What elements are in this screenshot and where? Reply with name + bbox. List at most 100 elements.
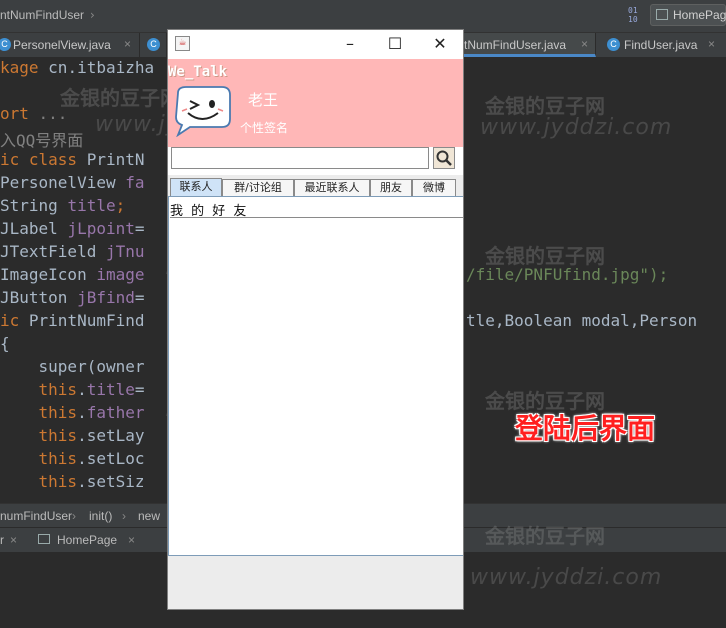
breadcrumb-chevron-icon: › [122, 509, 126, 523]
code-line: JTextField jTnu [0, 242, 145, 261]
code-line: this.setSiz [0, 472, 145, 491]
minimize-button[interactable]: – [328, 33, 372, 55]
class-icon: C [0, 38, 11, 51]
code-token: PrintN [86, 150, 145, 169]
tool-tab[interactable]: r [0, 533, 4, 547]
code-token: = [134, 219, 145, 238]
run-config-selector[interactable]: HomePage [650, 4, 726, 26]
avatar[interactable] [172, 85, 232, 137]
code-token: super(owner [0, 357, 145, 376]
code-token: ImageIcon [0, 265, 97, 284]
breadcrumb-item[interactable]: new [138, 509, 160, 523]
tab-weibo[interactable]: 微博 [412, 179, 456, 196]
code-token: kage [0, 58, 49, 77]
tab-personelview[interactable]: C PersonelView.java × [0, 33, 140, 57]
code-token: jBfind [77, 288, 135, 307]
code-token: father [86, 403, 145, 422]
code-line: PersonelView fa [0, 173, 145, 192]
we-talk-window: ☕ – ☐ ✕ We_Talk 老王 个性签名 联系人 群/讨论组 最近联系人 … [167, 29, 464, 610]
code-token: ic class [0, 150, 87, 169]
friends-list[interactable] [170, 217, 463, 554]
search-icon [436, 150, 452, 166]
code-line: this.father [0, 403, 145, 422]
code-token: ... [38, 104, 68, 123]
close-button[interactable]: ✕ [418, 33, 462, 55]
code-line: String title; [0, 196, 125, 215]
code-token: { [0, 334, 10, 353]
tab-finduser[interactable]: C FindUser.java × [598, 33, 726, 57]
code-line: this.setLay [0, 426, 145, 445]
close-icon[interactable]: × [124, 37, 131, 51]
breadcrumb[interactable]: ntNumFindUser [0, 8, 84, 22]
code-line: ort ... [0, 104, 67, 123]
code-line: 入QQ号界面 [0, 127, 83, 151]
breadcrumb-chevron-icon: › [72, 509, 76, 523]
maximize-button[interactable]: ☐ [373, 33, 417, 55]
code-token: jLpoint [67, 219, 135, 238]
tab-printnumfinduser[interactable]: tNumFindUser.java × [464, 33, 596, 57]
close-icon[interactable]: × [581, 37, 588, 51]
code-token: JLabel [0, 219, 68, 238]
code-token: PersonelView [0, 173, 126, 192]
search-button[interactable] [433, 147, 455, 169]
code-token: = [134, 288, 145, 307]
code-token: JButton [0, 288, 78, 307]
code-token: ort [0, 104, 39, 123]
code-token: this [0, 380, 78, 399]
breadcrumb-item[interactable]: numFindUser [0, 509, 72, 523]
code-line: this.setLoc [0, 449, 145, 468]
app-name: We_Talk [168, 64, 228, 80]
code-line: kage cn.itbaizha [0, 58, 154, 77]
code-text: tle,Boolean modal,Person [466, 311, 698, 330]
caption-overlay: 登陆后界面 [515, 412, 656, 445]
sort-icon[interactable]: 01 10 [628, 6, 640, 24]
code-token: this [0, 426, 78, 445]
breadcrumb-chevron-icon: › [90, 8, 95, 22]
code-line: ic class PrintN [0, 150, 145, 169]
class-icon: C [147, 38, 160, 51]
code-token: image [96, 265, 145, 284]
code-line: ImageIcon image [0, 265, 145, 284]
code-token: .setLay [77, 426, 145, 445]
user-name: 老王 [248, 91, 279, 109]
run-tab-icon [38, 534, 50, 544]
tab-groups[interactable]: 群/讨论组 [222, 179, 294, 196]
tab-recent[interactable]: 最近联系人 [294, 179, 370, 196]
code-token: = [134, 380, 145, 399]
close-icon[interactable]: × [10, 533, 17, 547]
code-token: jTnu [105, 242, 145, 261]
code-line: JButton jBfind= [0, 288, 145, 307]
tab-contacts[interactable]: 联系人 [170, 178, 222, 196]
contacts-panel: 我 的 好 友 [168, 196, 463, 556]
code-token: this [0, 449, 78, 468]
window-footer [168, 556, 463, 609]
code-line: this.title= [0, 380, 145, 399]
search-input[interactable] [171, 147, 429, 169]
code-token: JTextField [0, 242, 106, 261]
code-line: JLabel jLpoint= [0, 219, 145, 238]
code-token: ; [115, 196, 126, 215]
code-token: cn.itbaizha [48, 58, 155, 77]
profile-header: We_Talk 老王 个性签名 [168, 59, 463, 147]
close-icon[interactable]: × [128, 533, 135, 547]
code-token: PrintNumFind [28, 311, 145, 330]
code-token: ic [0, 311, 29, 330]
tab-friends[interactable]: 朋友 [370, 179, 412, 196]
tab-hidden[interactable]: C [140, 33, 167, 57]
code-token: this [0, 403, 78, 422]
signature[interactable]: 个性签名 [240, 119, 288, 136]
class-icon: C [607, 38, 620, 51]
run-config-icon [656, 9, 668, 20]
code-token: title [86, 380, 135, 399]
java-icon: ☕ [175, 36, 190, 51]
code-line: super(owner [0, 357, 145, 376]
code-token: . [77, 403, 87, 422]
code-line: ic PrintNumFind [0, 311, 145, 330]
breadcrumb-item[interactable]: init() [89, 509, 112, 523]
code-text: /file/PNFUfind.jpg"); [466, 265, 669, 284]
tool-tab-homepage[interactable]: HomePage [57, 533, 117, 547]
close-icon[interactable]: × [708, 37, 715, 51]
code-token: this [0, 472, 78, 491]
title-bar[interactable]: ☕ – ☐ ✕ [168, 30, 463, 59]
code-token: .setSiz [77, 472, 145, 491]
